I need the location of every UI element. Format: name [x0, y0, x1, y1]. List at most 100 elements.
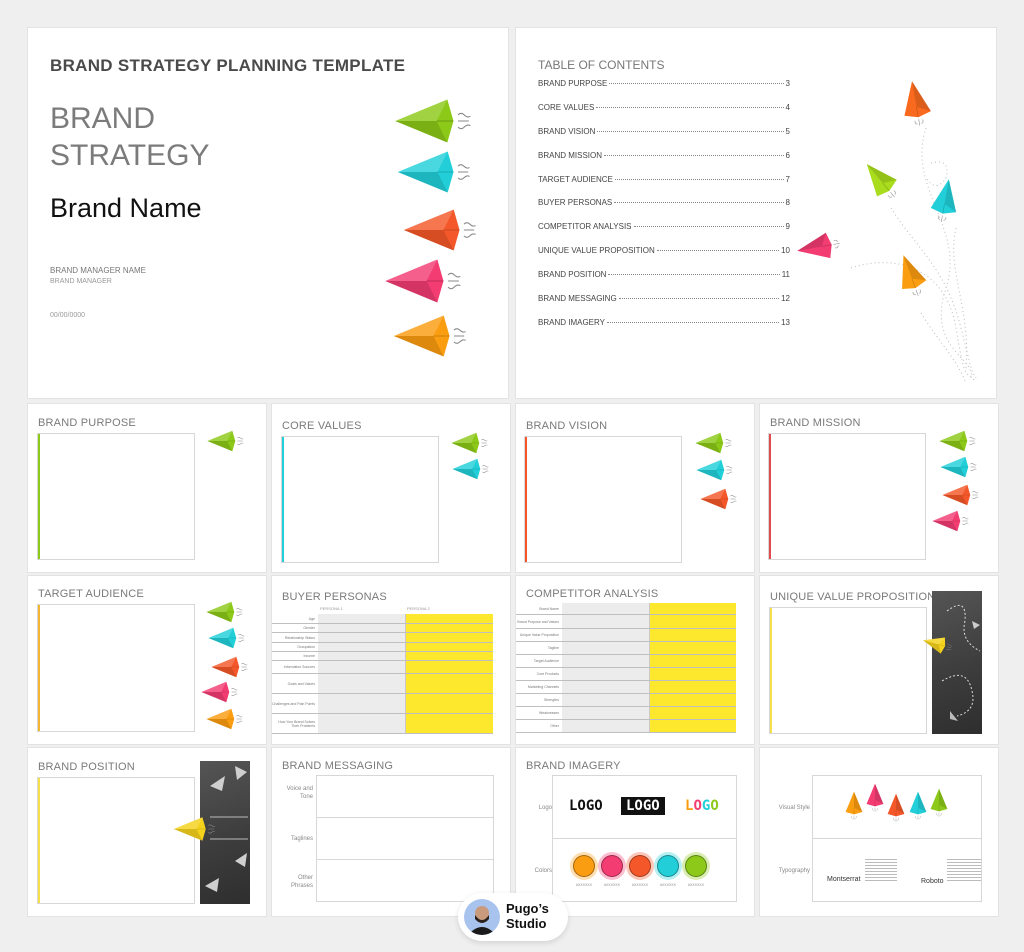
cell-column-2[interactable] — [406, 633, 493, 642]
brand-purpose-slide[interactable]: BRAND PURPOSE — [28, 404, 266, 572]
cell-column-2[interactable] — [649, 629, 736, 641]
cell-column-1[interactable] — [318, 614, 406, 623]
cell-column-2[interactable] — [649, 720, 736, 732]
toc-item[interactable]: BUYER PERSONAS 8 — [538, 198, 790, 222]
logo-sample-colored: LOGO — [685, 798, 719, 814]
cell-column-1[interactable] — [318, 661, 406, 673]
cell-column-2[interactable] — [649, 615, 736, 628]
toc-item[interactable]: BRAND IMAGERY 13 — [538, 318, 790, 342]
colors-box[interactable]: #XXXXXX #XXXXXX #XXXXXX #XXXXXX #XXXXXX — [552, 838, 737, 902]
color-swatch — [601, 855, 623, 877]
brand-messaging-slide[interactable]: BRAND MESSAGING Voice and Tone Taglines … — [272, 748, 510, 916]
orange-paper-plane-icon — [204, 708, 244, 730]
brand-mission-slide[interactable]: BRAND MISSION — [760, 404, 998, 572]
toc-item[interactable]: CORE VALUES 4 — [538, 103, 790, 127]
cell-column-1[interactable] — [562, 615, 650, 628]
cell-column-2[interactable] — [649, 603, 736, 614]
toc-item[interactable]: BRAND POSITION 11 — [538, 270, 790, 294]
cell-column-2[interactable] — [406, 652, 493, 660]
manager-role: BRAND MANAGER — [50, 278, 112, 285]
green-paper-plane-icon — [693, 432, 733, 454]
cell-column-2[interactable] — [406, 674, 493, 693]
toc-leader-dots — [596, 106, 784, 108]
cell-column-2[interactable] — [649, 707, 736, 719]
slide-title: BRAND POSITION — [38, 761, 135, 773]
cell-column-1[interactable] — [318, 633, 406, 642]
visual-style-box[interactable] — [812, 775, 982, 839]
slide-title: BRAND MESSAGING — [282, 760, 394, 772]
toc-item[interactable]: COMPETITOR ANALYSIS 9 — [538, 222, 790, 246]
cell-column-1[interactable] — [318, 624, 406, 632]
toc-item[interactable]: UNIQUE VALUE PROPOSITION 10 — [538, 246, 790, 270]
toc-item-label: BRAND MESSAGING — [538, 294, 617, 304]
toc-leader-dots — [633, 226, 784, 228]
cell-column-1[interactable] — [562, 720, 650, 732]
table-row: Relationship Status — [272, 633, 493, 643]
other-phrases-box[interactable] — [316, 859, 494, 902]
brand-imagery-slide[interactable]: BRAND IMAGERY Logo Colors LOGO LOGO LOGO… — [516, 748, 754, 916]
brand-position-slide[interactable]: BRAND POSITION — [28, 748, 266, 916]
content-box[interactable] — [37, 604, 195, 732]
typography-box[interactable]: Montserrat Roboto — [812, 838, 982, 902]
taglines-box[interactable] — [316, 817, 494, 860]
cell-column-2[interactable] — [406, 694, 493, 713]
unique-value-proposition-slide[interactable]: UNIQUE VALUE PROPOSITION — [760, 576, 998, 744]
cell-column-1[interactable] — [562, 707, 650, 719]
cell-column-2[interactable] — [649, 694, 736, 706]
toc-item[interactable]: BRAND VISION 5 — [538, 127, 790, 151]
cell-column-1[interactable] — [318, 714, 406, 733]
content-box[interactable] — [281, 436, 439, 563]
logo-box[interactable]: LOGO LOGO LOGO — [552, 775, 737, 839]
cell-column-1[interactable] — [562, 603, 650, 614]
cover-date: 00/00/0000 — [50, 312, 86, 319]
content-box[interactable] — [768, 433, 926, 560]
cell-column-2[interactable] — [406, 624, 493, 632]
toc-item-label: BRAND MISSION — [538, 150, 603, 160]
content-box[interactable] — [37, 777, 195, 904]
cell-column-1[interactable] — [318, 674, 406, 693]
cell-column-1[interactable] — [318, 652, 406, 660]
cell-column-1[interactable] — [562, 642, 650, 654]
brand-vision-slide[interactable]: BRAND VISION — [516, 404, 754, 572]
color-code: #XXXXXX — [660, 883, 676, 887]
content-box[interactable] — [769, 607, 927, 734]
toc-item[interactable]: BRAND MESSAGING 12 — [538, 294, 790, 318]
toc-item[interactable]: BRAND PURPOSE 3 — [538, 79, 790, 103]
content-box[interactable] — [524, 436, 682, 563]
cell-column-2[interactable] — [649, 681, 736, 693]
cell-column-2[interactable] — [649, 668, 736, 680]
cell-column-1[interactable] — [562, 629, 650, 641]
content-box[interactable] — [37, 433, 195, 560]
table-row: Weaknesses — [516, 707, 736, 720]
competitor-analysis-slide[interactable]: COMPETITOR ANALYSIS Brand Name Brand Purp… — [516, 576, 754, 744]
yellow-paper-plane-icon — [173, 812, 215, 846]
cell-column-2[interactable] — [649, 642, 736, 654]
cell-column-1[interactable] — [318, 643, 406, 651]
cell-column-1[interactable] — [562, 655, 650, 667]
cell-column-2[interactable] — [406, 714, 493, 733]
cell-column-2[interactable] — [406, 614, 493, 623]
cell-column-2[interactable] — [406, 661, 493, 673]
target-audience-slide[interactable]: TARGET AUDIENCE — [28, 576, 266, 744]
cell-column-2[interactable] — [406, 643, 493, 651]
cover-slide[interactable]: BRAND STRATEGY PLANNING TEMPLATE BRAND S… — [28, 28, 508, 398]
voice-and-tone-box[interactable] — [316, 775, 494, 818]
pugos-studio-badge[interactable]: Pugo’s Studio — [458, 893, 568, 941]
cell-column-1[interactable] — [562, 668, 650, 680]
slide-title: CORE VALUES — [282, 420, 362, 432]
cell-column-1[interactable] — [562, 681, 650, 693]
cell-column-2[interactable] — [649, 655, 736, 667]
buyer-personas-slide[interactable]: BUYER PERSONAS PERSONA 1 PERSONA 2 Age Ge… — [272, 576, 510, 744]
table-row: Challenges and Pain Points — [272, 694, 493, 714]
core-values-slide[interactable]: CORE VALUES — [272, 404, 510, 572]
toc-item[interactable]: BRAND MISSION 6 — [538, 151, 790, 175]
toc-item-page: 6 — [785, 150, 790, 160]
toc-item[interactable]: TARGET AUDIENCE 7 — [538, 175, 790, 199]
toc-item-page: 8 — [785, 198, 790, 208]
brand-imagery-continued-slide[interactable]: Visual Style Typography Montserrat Robot… — [760, 748, 998, 916]
table-of-contents-slide[interactable]: TABLE OF CONTENTS BRAND PURPOSE 3 CORE VAL… — [516, 28, 996, 398]
row-label-taglines: Taglines — [290, 836, 313, 842]
cell-column-1[interactable] — [318, 694, 406, 713]
row-label: Strengths — [544, 698, 559, 702]
cell-column-1[interactable] — [562, 694, 650, 706]
